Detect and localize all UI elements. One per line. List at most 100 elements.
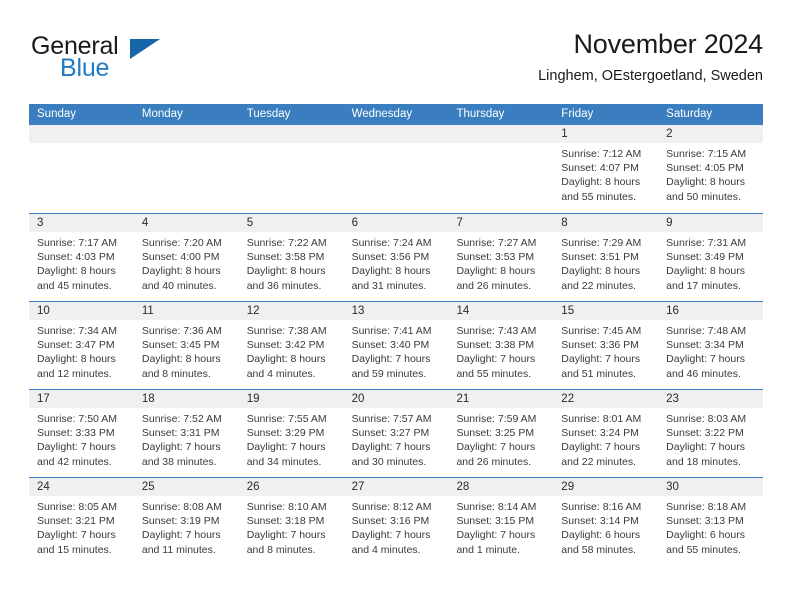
- calendar-day-cell[interactable]: 15 Sunrise: 7:45 AM Sunset: 3:36 PM Dayligh…: [553, 302, 659, 389]
- calendar-day-cell[interactable]: 28 Sunrise: 8:14 AM Sunset: 3:15 PM Dayligh…: [448, 478, 554, 565]
- calendar-page: General Blue November 2024 Linghem, OEst…: [0, 0, 792, 612]
- sunrise-text: Sunrise: 8:08 AM: [141, 501, 222, 513]
- daylight-text-line2: and 1 minute.: [456, 543, 521, 556]
- day-number: 30: [666, 481, 679, 493]
- sunset-text: Sunset: 3:18 PM: [246, 515, 325, 528]
- sunrise-text: Sunrise: 7:43 AM: [456, 325, 537, 337]
- daylight-text-line1: Daylight: 7 hours: [351, 441, 431, 454]
- daylight-text-line2: and 38 minutes.: [141, 455, 217, 468]
- day-sun-info: Sunrise: 7:43 AM Sunset: 3:38 PM Daylight:…: [448, 320, 553, 381]
- calendar-day-cell[interactable]: 14 Sunrise: 7:43 AM Sunset: 3:38 PM Dayligh…: [448, 302, 554, 389]
- calendar-day-cell[interactable]: 27 Sunrise: 8:12 AM Sunset: 3:16 PM Dayligh…: [343, 478, 449, 565]
- page-header: General Blue November 2024 Linghem, OEst…: [29, 28, 763, 100]
- day-sun-info: Sunrise: 8:12 AM Sunset: 3:16 PM Daylight:…: [344, 496, 449, 557]
- day-sun-info: Sunrise: 7:41 AM Sunset: 3:40 PM Daylight:…: [344, 320, 449, 381]
- calendar-day-cell[interactable]: 16 Sunrise: 7:48 AM Sunset: 3:34 PM Dayligh…: [658, 302, 764, 389]
- sunrise-text: Sunrise: 7:48 AM: [666, 325, 747, 337]
- day-sun-info: Sunrise: 7:29 AM Sunset: 3:51 PM Daylight:…: [553, 232, 658, 293]
- daylight-text-line1: Daylight: 7 hours: [666, 441, 745, 454]
- calendar-day-cell[interactable]: 25 Sunrise: 8:08 AM Sunset: 3:19 PM Dayligh…: [133, 478, 239, 565]
- sunset-text: Sunset: 4:05 PM: [666, 162, 744, 175]
- sunset-text: Sunset: 3:21 PM: [37, 515, 115, 528]
- daylight-text-line1: Daylight: 7 hours: [351, 529, 431, 542]
- calendar-day-cell[interactable]: 3 Sunrise: 7:17 AM Sunset: 4:03 PM Daylight…: [29, 214, 134, 301]
- day-number-band: 29: [553, 478, 659, 496]
- day-sun-info: Sunrise: 8:14 AM Sunset: 3:15 PM Daylight:…: [448, 496, 553, 557]
- calendar-day-cell[interactable]: 7 Sunrise: 7:27 AM Sunset: 3:53 PM Daylight…: [448, 214, 554, 301]
- daylight-text-line1: Daylight: 7 hours: [37, 529, 116, 542]
- day-number-band: 19: [238, 390, 344, 408]
- calendar-day-cell[interactable]: 11 Sunrise: 7:36 AM Sunset: 3:45 PM Dayligh…: [133, 302, 239, 389]
- calendar-day-cell-empty: [133, 125, 239, 213]
- sunset-text: Sunset: 3:40 PM: [351, 339, 430, 352]
- daylight-text-line2: and 15 minutes.: [37, 543, 112, 556]
- calendar-day-cell[interactable]: 29 Sunrise: 8:16 AM Sunset: 3:14 PM Dayligh…: [553, 478, 659, 565]
- daylight-text-line1: Daylight: 8 hours: [141, 265, 221, 278]
- daylight-text-line1: Daylight: 8 hours: [246, 265, 326, 278]
- calendar-day-cell[interactable]: 6 Sunrise: 7:24 AM Sunset: 3:56 PM Daylight…: [343, 214, 449, 301]
- daylight-text-line2: and 31 minutes.: [351, 279, 427, 292]
- day-number-band: 26: [238, 478, 344, 496]
- daylight-text-line2: and 50 minutes.: [666, 190, 741, 203]
- day-number-band: [133, 125, 239, 143]
- calendar-day-cell[interactable]: 18 Sunrise: 7:52 AM Sunset: 3:31 PM Dayligh…: [133, 390, 239, 477]
- day-number-band: 20: [343, 390, 449, 408]
- weekday-header-thursday: Thursday: [456, 108, 505, 120]
- sunrise-text: Sunrise: 8:18 AM: [666, 501, 747, 513]
- sunrise-text: Sunrise: 7:55 AM: [246, 413, 327, 425]
- day-sun-info: Sunrise: 7:22 AM Sunset: 3:58 PM Daylight:…: [239, 232, 344, 293]
- day-sun-info: Sunrise: 7:24 AM Sunset: 3:56 PM Daylight:…: [344, 232, 449, 293]
- daylight-text-line2: and 12 minutes.: [37, 367, 112, 380]
- sunset-text: Sunset: 3:34 PM: [666, 339, 744, 352]
- sunset-text: Sunset: 3:42 PM: [246, 339, 325, 352]
- sunset-text: Sunset: 3:25 PM: [456, 427, 535, 440]
- daylight-text-line1: Daylight: 7 hours: [246, 441, 326, 454]
- daylight-text-line2: and 11 minutes.: [141, 543, 216, 556]
- day-number-band: 23: [658, 390, 764, 408]
- day-number: 28: [456, 481, 470, 493]
- calendar-day-cell[interactable]: 4 Sunrise: 7:20 AM Sunset: 4:00 PM Daylight…: [133, 214, 239, 301]
- sunrise-text: Sunrise: 7:59 AM: [456, 413, 537, 425]
- calendar-weeks: 1 Sunrise: 7:12 AM Sunset: 4:07 PM Daylight…: [29, 125, 764, 565]
- brand-logo[interactable]: General Blue: [29, 31, 259, 93]
- calendar-day-cell[interactable]: 10 Sunrise: 7:34 AM Sunset: 3:47 PM Dayligh…: [29, 302, 134, 389]
- day-number: 2: [666, 128, 673, 140]
- day-sun-info: Sunrise: 8:08 AM Sunset: 3:19 PM Daylight:…: [134, 496, 239, 557]
- day-sun-info: Sunrise: 7:31 AM Sunset: 3:49 PM Daylight:…: [658, 232, 763, 293]
- calendar-day-cell[interactable]: 5 Sunrise: 7:22 AM Sunset: 3:58 PM Daylight…: [238, 214, 344, 301]
- day-number: 26: [246, 481, 260, 493]
- calendar-day-cell[interactable]: 2 Sunrise: 7:15 AM Sunset: 4:05 PM Daylight…: [658, 125, 764, 213]
- calendar-day-cell[interactable]: 21 Sunrise: 7:59 AM Sunset: 3:25 PM Dayligh…: [448, 390, 554, 477]
- calendar-day-cell[interactable]: 26 Sunrise: 8:10 AM Sunset: 3:18 PM Dayligh…: [238, 478, 344, 565]
- calendar-day-cell[interactable]: 17 Sunrise: 7:50 AM Sunset: 3:33 PM Dayligh…: [29, 390, 134, 477]
- calendar-day-cell[interactable]: 13 Sunrise: 7:41 AM Sunset: 3:40 PM Dayligh…: [343, 302, 449, 389]
- daylight-text-line2: and 46 minutes.: [666, 367, 741, 380]
- calendar-day-cell[interactable]: 24 Sunrise: 8:05 AM Sunset: 3:21 PM Dayligh…: [29, 478, 134, 565]
- day-number: 1: [561, 128, 568, 140]
- calendar-day-cell[interactable]: 8 Sunrise: 7:29 AM Sunset: 3:51 PM Daylight…: [553, 214, 659, 301]
- calendar-day-cell[interactable]: 23 Sunrise: 8:03 AM Sunset: 3:22 PM Dayligh…: [658, 390, 764, 477]
- daylight-text-line2: and 42 minutes.: [37, 455, 112, 468]
- calendar-day-cell-empty: [343, 125, 449, 213]
- calendar-day-cell[interactable]: 19 Sunrise: 7:55 AM Sunset: 3:29 PM Dayligh…: [238, 390, 344, 477]
- day-number: 9: [666, 217, 673, 229]
- sunrise-text: Sunrise: 7:31 AM: [666, 237, 747, 249]
- calendar-day-cell[interactable]: 12 Sunrise: 7:38 AM Sunset: 3:42 PM Dayligh…: [238, 302, 344, 389]
- daylight-text-line1: Daylight: 7 hours: [561, 441, 641, 454]
- calendar-day-cell[interactable]: 22 Sunrise: 8:01 AM Sunset: 3:24 PM Dayligh…: [553, 390, 659, 477]
- calendar-day-cell[interactable]: 30 Sunrise: 8:18 AM Sunset: 3:13 PM Dayligh…: [658, 478, 764, 565]
- day-number-band: [448, 125, 554, 143]
- daylight-text-line1: Daylight: 8 hours: [666, 265, 745, 278]
- day-number: 6: [351, 217, 358, 229]
- sunrise-text: Sunrise: 8:12 AM: [351, 501, 432, 513]
- sunset-text: Sunset: 3:49 PM: [666, 251, 744, 264]
- daylight-text-line1: Daylight: 7 hours: [246, 529, 326, 542]
- calendar-day-cell[interactable]: 20 Sunrise: 7:57 AM Sunset: 3:27 PM Dayligh…: [343, 390, 449, 477]
- sunrise-text: Sunrise: 7:24 AM: [351, 237, 432, 249]
- calendar-day-cell[interactable]: 1 Sunrise: 7:12 AM Sunset: 4:07 PM Daylight…: [553, 125, 659, 213]
- sunset-text: Sunset: 3:29 PM: [246, 427, 325, 440]
- title-block: November 2024 Linghem, OEstergoetland, S…: [538, 28, 763, 85]
- day-number-band: 30: [658, 478, 764, 496]
- calendar-day-cell[interactable]: 9 Sunrise: 7:31 AM Sunset: 3:49 PM Daylight…: [658, 214, 764, 301]
- daylight-text-line2: and 40 minutes.: [141, 279, 217, 292]
